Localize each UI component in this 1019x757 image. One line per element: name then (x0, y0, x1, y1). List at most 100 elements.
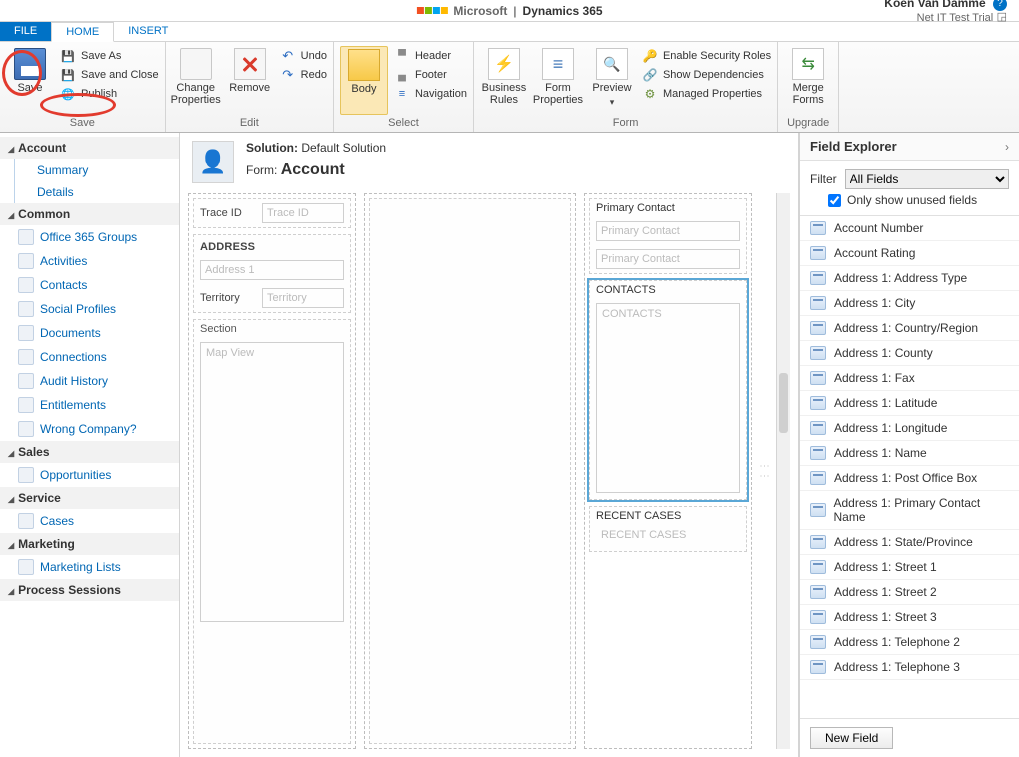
nav-group-process[interactable]: Process Sessions (0, 579, 179, 601)
form-properties-button[interactable]: Form Properties (534, 46, 582, 115)
explorer-title: Field Explorer (810, 139, 897, 154)
business-rules-button[interactable]: Business Rules (480, 46, 528, 115)
nav-item-icon (18, 325, 34, 341)
nav-item-details[interactable]: Details (15, 181, 179, 203)
contacts-subgrid[interactable]: CONTACTS (596, 303, 740, 493)
nav-item[interactable]: Wrong Company? (0, 417, 179, 441)
nav-item-summary[interactable]: Summary (15, 159, 179, 181)
nav-item-icon (18, 373, 34, 389)
enable-security-button[interactable]: Enable Security Roles (642, 48, 771, 64)
field-row[interactable]: Address 1: Name (800, 441, 1019, 466)
footer-button[interactable]: Footer (394, 67, 467, 83)
solution-value: Default Solution (301, 141, 386, 155)
canvas-column-left[interactable]: Trace IDTrace ID ADDRESS Address 1 Terri… (188, 193, 356, 749)
show-dependencies-button[interactable]: Show Dependencies (642, 67, 771, 83)
field-row[interactable]: Address 1: Telephone 2 (800, 630, 1019, 655)
nav-item[interactable]: Documents (0, 321, 179, 345)
publish-button[interactable]: Publish (60, 86, 159, 102)
canvas-section-address[interactable]: ADDRESS Address 1 TerritoryTerritory (193, 234, 351, 313)
trace-id-field[interactable]: Trace ID (262, 203, 344, 223)
nav-item[interactable]: Office 365 Groups (0, 225, 179, 249)
new-field-button[interactable]: New Field (810, 727, 893, 749)
primary-contact-field-2[interactable]: Primary Contact (596, 249, 740, 269)
field-row[interactable]: Address 1: City (800, 291, 1019, 316)
nav-item[interactable]: Connections (0, 345, 179, 369)
nav-item[interactable]: Opportunities (0, 463, 179, 487)
user-info[interactable]: Koen Van Damme ? Net IT Test Trial ◲ (884, 0, 1019, 24)
field-row[interactable]: Account Rating (800, 241, 1019, 266)
nav-item[interactable]: Audit History (0, 369, 179, 393)
remove-button[interactable]: Remove (226, 46, 274, 115)
nav-group-marketing[interactable]: Marketing (0, 533, 179, 555)
nav-item[interactable]: Marketing Lists (0, 555, 179, 579)
brand-label: Microsoft (453, 4, 507, 18)
address1-field[interactable]: Address 1 (200, 260, 344, 280)
nav-group-sales[interactable]: Sales (0, 441, 179, 463)
nav-group-service[interactable]: Service (0, 487, 179, 509)
field-row[interactable]: Address 1: County (800, 341, 1019, 366)
form-value: Account (281, 161, 345, 178)
navigation-button[interactable]: Navigation (394, 86, 467, 102)
field-row[interactable]: Address 1: Street 1 (800, 555, 1019, 580)
nav-group-common[interactable]: Common (0, 203, 179, 225)
filter-select[interactable]: All Fields (845, 169, 1009, 189)
explorer-collapse-icon[interactable]: › (1005, 140, 1009, 154)
field-row[interactable]: Address 1: Longitude (800, 416, 1019, 441)
field-row[interactable]: Address 1: Primary Contact Name (800, 491, 1019, 530)
help-icon[interactable]: ? (993, 0, 1007, 11)
tab-insert[interactable]: INSERT (114, 22, 182, 41)
primary-contact-field[interactable]: Primary Contact (596, 221, 740, 241)
field-row[interactable]: Address 1: Street 3 (800, 605, 1019, 630)
header-button[interactable]: Header (394, 48, 467, 64)
field-row[interactable]: Address 1: Street 2 (800, 580, 1019, 605)
canvas-column-middle[interactable] (364, 193, 576, 749)
field-row[interactable]: Address 1: Telephone 3 (800, 655, 1019, 680)
canvas-empty-section[interactable] (369, 198, 571, 744)
security-icon (642, 48, 658, 64)
tab-home[interactable]: HOME (51, 22, 114, 42)
ribbon-group-select: Body Header Footer Navigation Select (334, 42, 474, 132)
field-row[interactable]: Address 1: Country/Region (800, 316, 1019, 341)
canvas-scrollbar[interactable] (776, 193, 790, 749)
body-button[interactable]: Body (340, 46, 388, 115)
preview-button[interactable]: Preview (588, 46, 636, 115)
canvas-field-traceid[interactable]: Trace IDTrace ID (193, 198, 351, 228)
form-canvas[interactable]: Trace IDTrace ID ADDRESS Address 1 Terri… (180, 193, 798, 757)
nav-item[interactable]: Activities (0, 249, 179, 273)
drag-handle-icon[interactable]: ⋮⋮ (760, 193, 768, 749)
field-row[interactable]: Address 1: Post Office Box (800, 466, 1019, 491)
field-row[interactable]: Address 1: Address Type (800, 266, 1019, 291)
redo-button[interactable]: Redo (280, 67, 327, 83)
merge-forms-button[interactable]: Merge Forms (784, 46, 832, 115)
change-properties-button[interactable]: Change Properties (172, 46, 220, 115)
canvas-column-right[interactable]: Primary Contact Primary Contact Primary … (584, 193, 752, 749)
nav-item[interactable]: Entitlements (0, 393, 179, 417)
save-button[interactable]: Save (6, 46, 54, 115)
managed-properties-button[interactable]: Managed Properties (642, 86, 771, 102)
canvas-section-map[interactable]: Section Map View (193, 319, 351, 744)
nav-item[interactable]: Cases (0, 509, 179, 533)
field-row[interactable]: Address 1: Latitude (800, 391, 1019, 416)
undo-icon (280, 48, 296, 64)
field-row[interactable]: Address 1: State/Province (800, 530, 1019, 555)
org-popup-icon[interactable]: ◲ (997, 11, 1007, 23)
group-label-form: Form (480, 115, 771, 132)
canvas-section-recent-cases[interactable]: RECENT CASES RECENT CASES (589, 506, 747, 552)
nav-item[interactable]: Contacts (0, 273, 179, 297)
field-list[interactable]: Account NumberAccount RatingAddress 1: A… (800, 215, 1019, 718)
nav-item[interactable]: Social Profiles (0, 297, 179, 321)
canvas-section-primary-contact[interactable]: Primary Contact Primary Contact Primary … (589, 198, 747, 274)
field-icon (810, 610, 826, 624)
field-row[interactable]: Address 1: Fax (800, 366, 1019, 391)
tab-file[interactable]: FILE (0, 22, 51, 41)
nav-group-account[interactable]: Account (0, 137, 179, 159)
undo-button[interactable]: Undo (280, 48, 327, 64)
canvas-section-contacts[interactable]: CONTACTS CONTACTS (589, 280, 747, 500)
field-row[interactable]: Account Number (800, 216, 1019, 241)
save-as-button[interactable]: Save As (60, 48, 159, 64)
change-properties-icon (180, 48, 212, 80)
map-view-placeholder[interactable]: Map View (200, 342, 344, 622)
unused-fields-checkbox[interactable] (828, 194, 841, 207)
save-close-button[interactable]: Save and Close (60, 67, 159, 83)
territory-field[interactable]: Territory (262, 288, 344, 308)
